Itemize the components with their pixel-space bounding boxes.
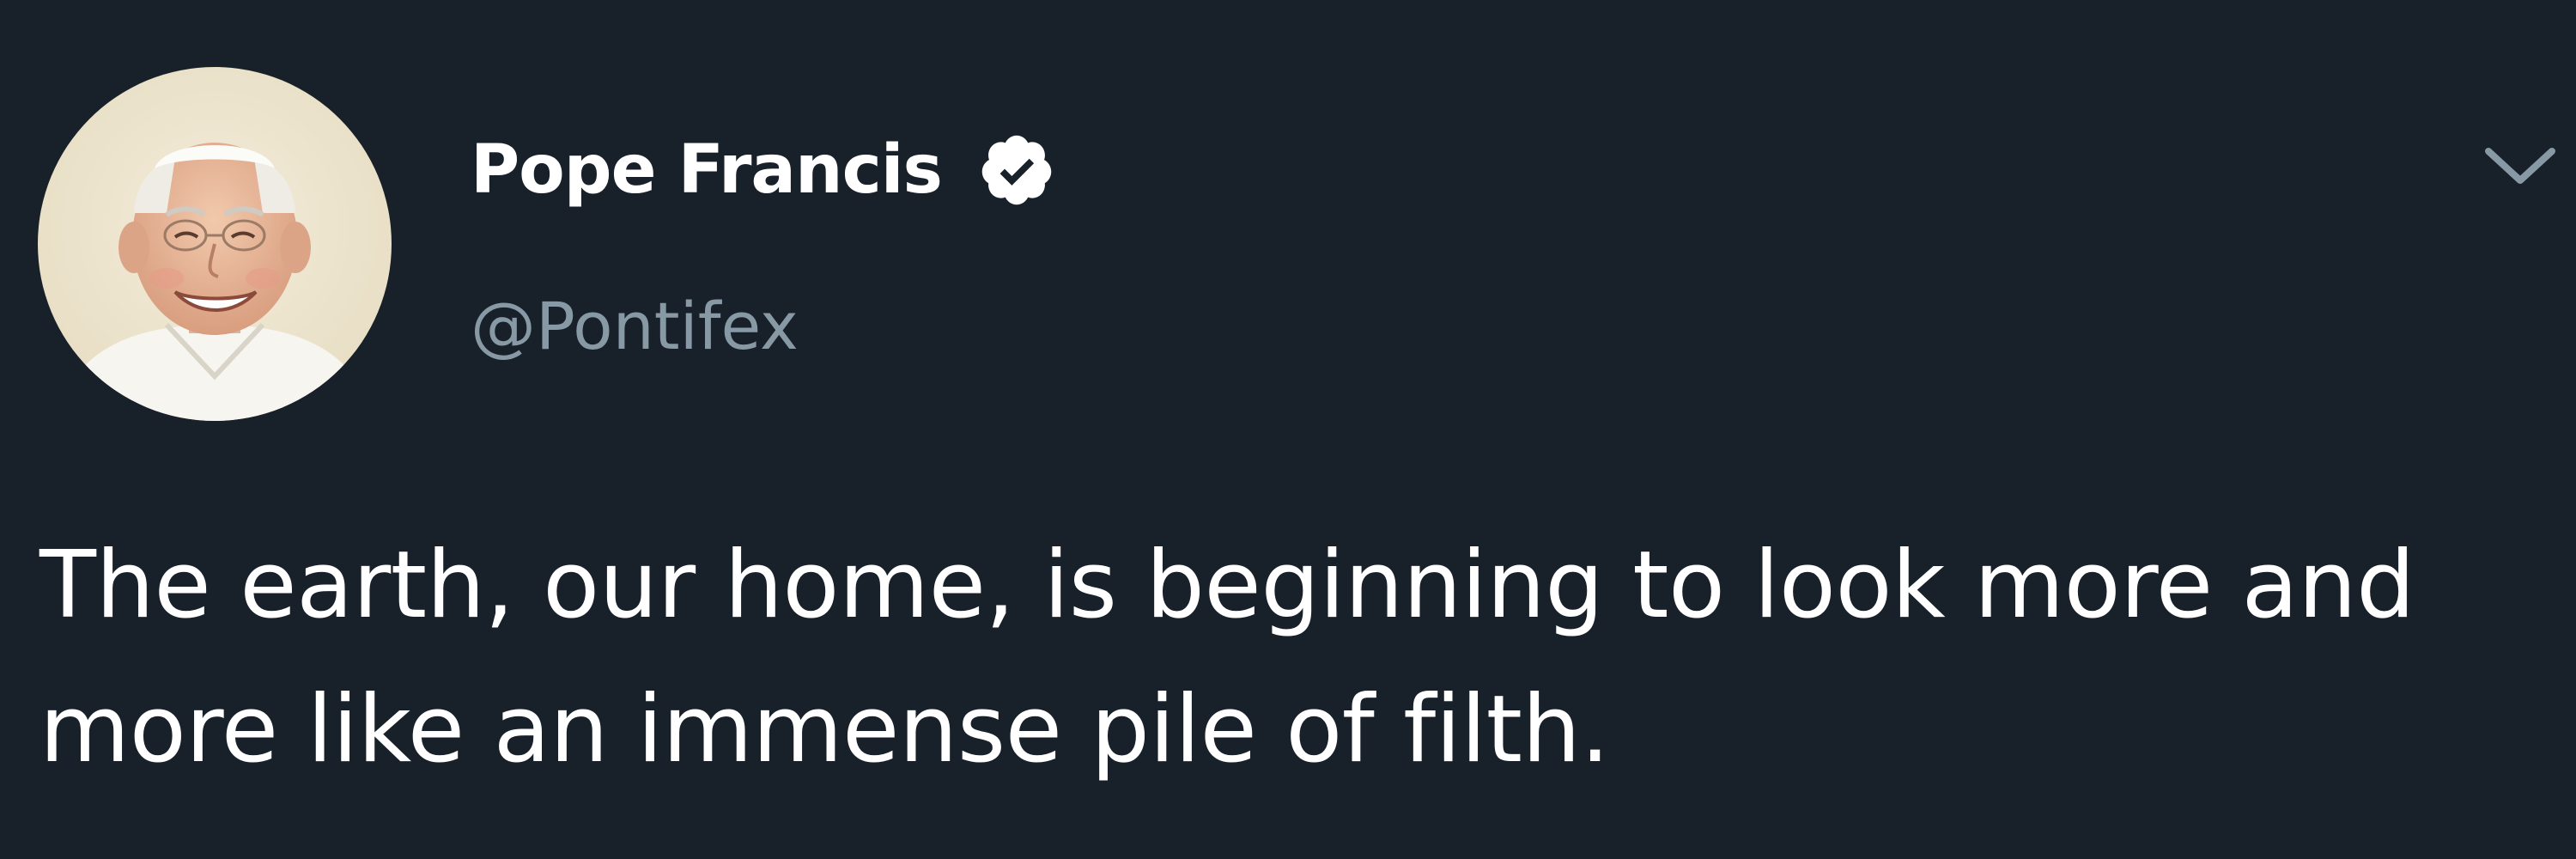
avatar[interactable]: [38, 67, 392, 421]
tweet-card: Pope Francis @Pontifex The earth, our ho…: [0, 0, 2576, 859]
chevron-down-icon[interactable]: [2482, 136, 2559, 196]
tweet-text: The earth, our home, is beginning to loo…: [39, 532, 2415, 783]
verified-badge-icon: [977, 131, 1056, 210]
user-handle[interactable]: @Pontifex: [471, 283, 799, 369]
display-name[interactable]: Pope Francis: [471, 127, 943, 213]
avatar-photo: [38, 67, 392, 421]
